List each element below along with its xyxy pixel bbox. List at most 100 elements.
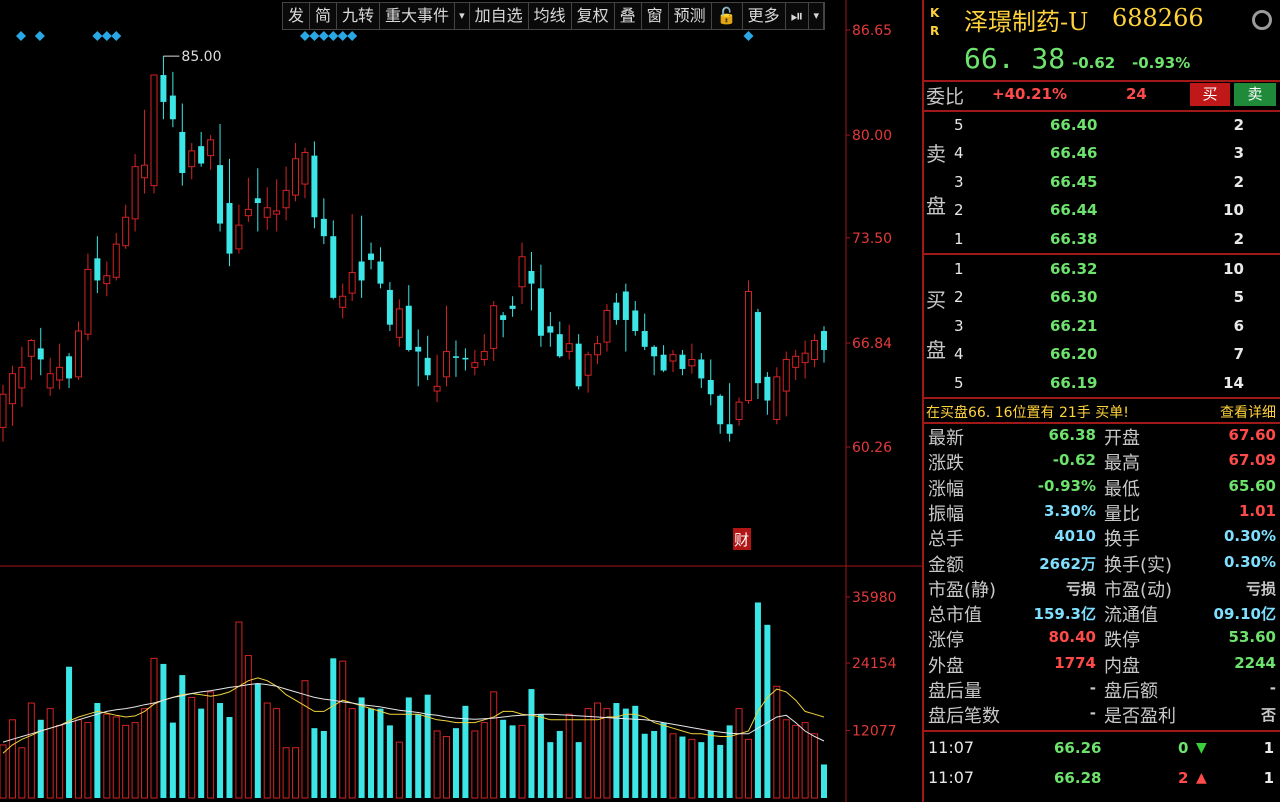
stat-row: 振幅 3.30% 量比 1.01 — [926, 500, 1278, 525]
volume-bar-down — [405, 697, 412, 798]
stat-value: 1.01 — [1238, 501, 1276, 520]
stat-value: 0.30% — [1223, 527, 1276, 546]
volume-bar-up — [745, 738, 753, 799]
volume-bar-down — [226, 716, 233, 798]
ask-price: 66.45 — [1050, 172, 1098, 191]
candle-down — [179, 131, 186, 174]
stat-label: 开盘 — [1104, 428, 1140, 449]
tick-price: 66.28 — [1054, 769, 1102, 787]
settings-gear-icon[interactable] — [1252, 10, 1272, 30]
price-axis-label: 73.50 — [852, 231, 892, 247]
add-watchlist-button[interactable]: 加自选 — [470, 3, 529, 29]
jian-button[interactable]: 简 — [310, 3, 338, 29]
view-detail-link[interactable]: 查看详细 — [1220, 402, 1276, 422]
candle-up — [603, 309, 611, 343]
more-button[interactable]: 更多 — [743, 3, 786, 29]
stat-value: - — [1089, 679, 1096, 697]
candle-down — [500, 315, 507, 320]
volume-bar-down — [754, 602, 761, 798]
candle-up — [282, 189, 290, 209]
window-button[interactable]: 窗 — [642, 3, 669, 29]
candle-down — [698, 359, 705, 379]
stat-label: 涨跌 — [928, 453, 964, 475]
volume-bar-up — [207, 691, 215, 799]
volume-bar-down — [641, 733, 648, 798]
jiuzhuan-button[interactable]: 九转 — [337, 3, 381, 29]
ask-volume: 2 — [1233, 116, 1244, 134]
event-marker-icon — [16, 31, 26, 41]
stat-label: 金额 — [928, 554, 964, 576]
buy-button[interactable]: 买 — [1190, 83, 1230, 106]
major-events-button[interactable]: 重大事件 — [380, 3, 456, 29]
volume-bar-down — [320, 730, 327, 798]
stat-row: 总市值 159.3亿 流通值 09.10亿 — [926, 601, 1278, 626]
volume-bar-up — [103, 713, 111, 799]
candle-up — [348, 272, 356, 294]
candle-up — [273, 210, 281, 215]
candle-down — [726, 424, 733, 434]
volume-bar-down — [311, 728, 318, 798]
overlay-button[interactable]: 叠 — [615, 3, 642, 29]
events-dropdown-button[interactable]: ▾ — [455, 3, 470, 29]
stat-value: -0.93% — [1037, 476, 1096, 495]
volume-bar-up — [735, 708, 743, 799]
ask-label-2: 盘 — [926, 194, 946, 218]
bid-price: 66.21 — [1050, 316, 1098, 335]
kline-chart[interactable]: 86.65 80.00 73.50 66.84 60.26 35980 24154 12077… — [0, 0, 922, 802]
finance-event-label: 财 — [734, 531, 749, 549]
bid-row[interactable]: 4 66.20 7 — [954, 341, 1274, 369]
volume-bar-down — [707, 730, 714, 798]
stat-label: 换手(实) — [1104, 554, 1173, 576]
ask-row[interactable]: 1 66.38 2 — [954, 226, 1274, 254]
volume-axis-label: 24154 — [852, 656, 897, 672]
candle-up — [669, 354, 677, 362]
volume-bar-down — [424, 694, 431, 798]
forecast-button[interactable]: 预测 — [669, 3, 712, 29]
stat-label: 流通值 — [1104, 605, 1158, 627]
candle-down — [198, 146, 205, 164]
volume-bar-up — [433, 730, 441, 799]
volume-bar-up — [112, 716, 120, 799]
volume-bar-up — [18, 747, 26, 799]
volume-bar-up — [56, 724, 64, 799]
ask-row[interactable]: 5 66.40 2 — [954, 112, 1274, 140]
stat-value: -0.62 — [1052, 451, 1096, 470]
ask-row[interactable]: 3 66.45 2 — [954, 169, 1274, 197]
candle-up — [150, 74, 158, 187]
stat-value: 67.09 — [1228, 451, 1276, 470]
bid-price: 66.30 — [1050, 288, 1098, 307]
stat-row: 总手 4010 换手 0.30% — [926, 525, 1278, 550]
volume-bar-up — [122, 724, 130, 799]
volume-bar-up — [188, 696, 196, 799]
ask-row[interactable]: 4 66.46 3 — [954, 140, 1274, 168]
kline-chart-area[interactable]: 86.65 80.00 73.50 66.84 60.26 35980 24154 12077… — [0, 0, 922, 802]
toolbar-dropdown-button[interactable]: ▾ — [809, 3, 824, 29]
volume-bar-up — [443, 736, 451, 799]
volume-bar-down — [651, 730, 658, 798]
sell-button[interactable]: 卖 — [1234, 83, 1276, 106]
adjust-button[interactable]: 复权 — [572, 3, 615, 29]
ask-level: 5 — [954, 116, 964, 134]
volume-bar-up — [84, 722, 92, 799]
bid-row[interactable]: 2 66.30 5 — [954, 284, 1274, 312]
bid-row[interactable]: 1 66.32 10 — [954, 256, 1274, 284]
candle-down — [254, 198, 261, 204]
stat-label: 跌停 — [1104, 630, 1140, 652]
lock-icon[interactable]: 🔓 — [712, 3, 743, 29]
volume-bar-up — [282, 747, 290, 799]
stat-label: 涨停 — [928, 630, 964, 652]
stat-value: 09.10亿 — [1213, 605, 1276, 624]
bid-row[interactable]: 3 66.21 6 — [954, 313, 1274, 341]
candle-up — [773, 376, 781, 421]
volume-bar-up — [301, 680, 309, 799]
fa-button[interactable]: 发 — [283, 3, 311, 29]
stat-row: 涨停 80.40 跌停 53.60 — [926, 626, 1278, 651]
stat-label: 外盘 — [928, 655, 964, 677]
stat-value: 159.3亿 — [1033, 605, 1096, 624]
ask-row[interactable]: 2 66.44 10 — [954, 197, 1274, 225]
play-icon[interactable]: ⏯ — [786, 3, 810, 29]
ma-button[interactable]: 均线 — [529, 3, 572, 29]
tick-volume: 2 — [1178, 769, 1189, 787]
bid-row[interactable]: 5 66.19 14 — [954, 370, 1274, 398]
candle-up — [594, 343, 602, 356]
